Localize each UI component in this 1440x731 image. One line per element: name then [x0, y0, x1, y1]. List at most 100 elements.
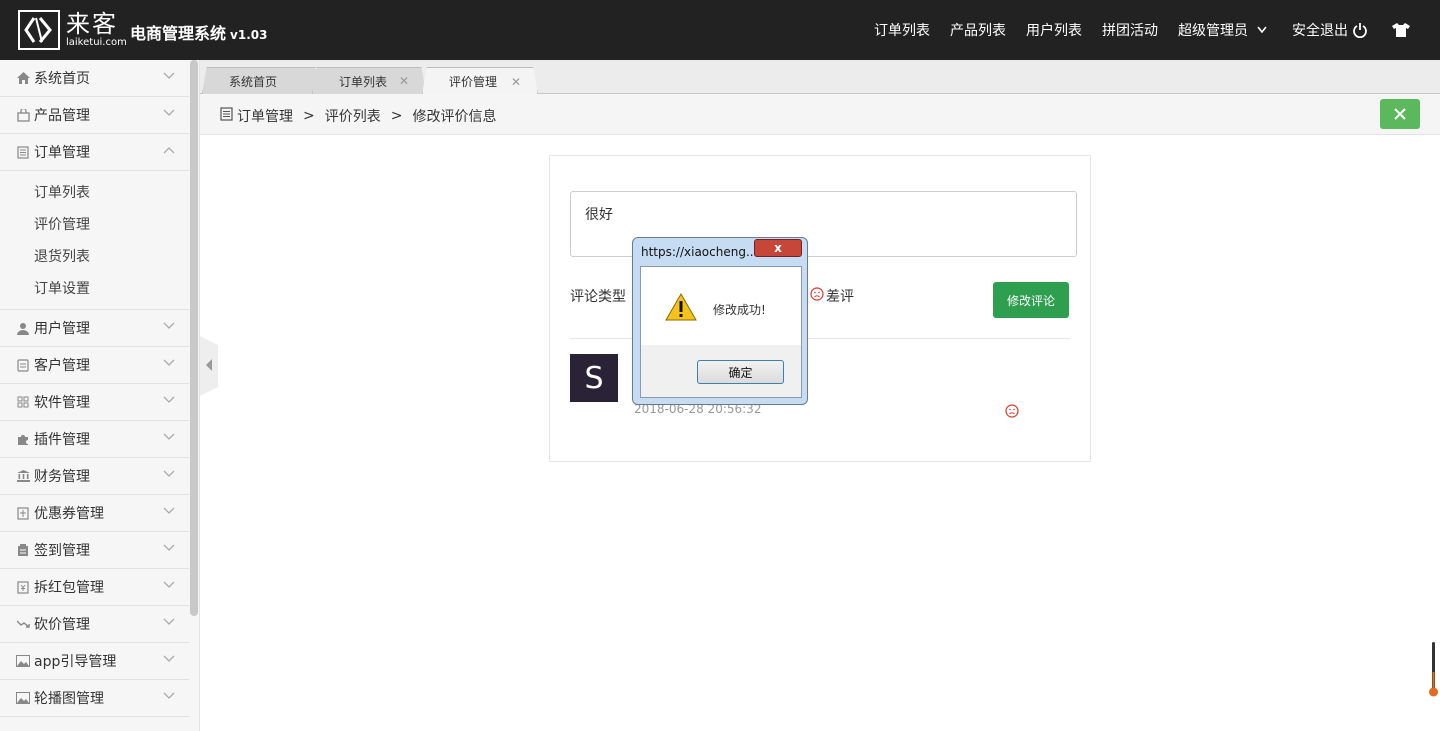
sidebar-item-label: 订单管理: [34, 145, 90, 161]
chevron-down-icon: [163, 396, 175, 403]
sidebar-item-label: 系统首页: [34, 71, 90, 87]
sidebar: 系统首页 产品管理 订单管理 订单列表 评价管理 退货列表 订单设置 用户管理 …: [0, 60, 200, 731]
sidebar-item-label: 财务管理: [34, 469, 90, 485]
warning-icon: [665, 292, 697, 325]
sidebar-item-label: 优惠券管理: [34, 506, 104, 522]
sidebar-item-checkin[interactable]: 签到管理: [0, 532, 189, 569]
submenu-item-review-manage[interactable]: 评价管理: [0, 209, 189, 241]
logo-mark-icon: [18, 10, 60, 50]
ok-button[interactable]: 确定: [697, 360, 784, 384]
logo[interactable]: 来客 laiketui.com: [18, 10, 127, 50]
tab-order-list[interactable]: 订单列表 ✕: [312, 67, 426, 94]
dialog-title: https://xiaocheng...: [641, 245, 758, 259]
nav-user-list[interactable]: 用户列表: [1026, 20, 1082, 40]
tab-label: 系统首页: [229, 74, 278, 89]
logo-name: 来客: [66, 10, 118, 38]
chevron-down-icon: [163, 359, 175, 366]
submenu-item-order-settings[interactable]: 订单设置: [0, 273, 189, 305]
bad-review-option[interactable]: 差评: [810, 286, 854, 306]
tab-home[interactable]: 系统首页: [202, 67, 320, 94]
chevron-down-icon: [163, 692, 175, 699]
sidebar-item-label: 插件管理: [34, 432, 90, 448]
document-icon: [16, 145, 30, 159]
admin-label: 超级管理员: [1178, 23, 1248, 39]
breadcrumb-item[interactable]: 订单管理: [237, 106, 293, 126]
sidebar-item-products[interactable]: 产品管理: [0, 97, 189, 134]
sidebar-collapse-toggle[interactable]: [200, 336, 218, 396]
chevron-down-icon: [163, 544, 175, 551]
nav-product-list[interactable]: 产品列表: [950, 20, 1006, 40]
dialog-footer: 确定: [641, 345, 801, 397]
avatar: S: [570, 354, 618, 402]
picture-icon: [16, 691, 30, 705]
sidebar-item-finance[interactable]: 财务管理: [0, 458, 189, 495]
bag-icon: [16, 108, 30, 122]
sidebar-item-home[interactable]: 系统首页: [0, 60, 189, 97]
logout-button[interactable]: 安全退出: [1292, 20, 1368, 40]
edit-comment-button[interactable]: 修改评论: [993, 282, 1069, 318]
edit-review-card: 很好 评论类型 差评 修改评论 S 2018-06-28 20:56:32: [549, 155, 1091, 462]
submenu-item-order-list[interactable]: 订单列表: [0, 177, 189, 209]
sidebar-item-carousel[interactable]: 轮播图管理: [0, 680, 189, 717]
grid-icon: [16, 395, 30, 409]
tab-bar: 系统首页 订单列表 ✕ 评价管理 ✕: [200, 60, 1440, 95]
tshirt-icon[interactable]: [1388, 23, 1410, 37]
sidebar-item-red-envelope[interactable]: 拆红包管理: [0, 569, 189, 606]
sidebar-item-label: 轮播图管理: [34, 691, 104, 707]
chevron-down-icon: [163, 507, 175, 514]
top-nav: 订单列表 产品列表 用户列表 拼团活动 超级管理员 安全退出: [874, 0, 1440, 60]
breadcrumb: 订单管理 > 评价列表 > 修改评价信息: [220, 106, 496, 126]
sidebar-scrollbar[interactable]: [190, 60, 198, 616]
sad-face-icon: [810, 287, 824, 305]
comment-type-label: 评论类型: [570, 289, 626, 305]
breadcrumb-item: 修改评价信息: [412, 109, 497, 125]
thermometer-icon[interactable]: [1429, 642, 1439, 702]
sidebar-item-coupons[interactable]: 优惠券管理: [0, 495, 189, 532]
chevron-down-icon: [163, 109, 175, 116]
chevron-left-icon: [205, 358, 213, 376]
sidebar-item-customers[interactable]: 客户管理: [0, 347, 189, 384]
sidebar-item-label: 砍价管理: [34, 617, 90, 633]
tab-label: 订单列表: [339, 74, 388, 89]
nav-order-list[interactable]: 订单列表: [874, 20, 930, 40]
sidebar-item-label: 软件管理: [34, 395, 90, 411]
sidebar-item-software[interactable]: 软件管理: [0, 384, 189, 421]
sidebar-item-label: 拆红包管理: [34, 580, 104, 596]
orders-submenu: 订单列表 评价管理 退货列表 订单设置: [0, 171, 189, 310]
sidebar-item-plugins[interactable]: 插件管理: [0, 421, 189, 458]
close-icon[interactable]: ✕: [511, 75, 521, 89]
sidebar-item-bargain[interactable]: 砍价管理: [0, 606, 189, 643]
sidebar-item-label: 签到管理: [34, 543, 90, 559]
tab-review-manage[interactable]: 评价管理 ✕: [422, 67, 538, 95]
tab-label: 评价管理: [449, 75, 498, 89]
chevron-down-icon: [163, 581, 175, 588]
version-label: v1.03: [230, 28, 268, 42]
system-title: 电商管理系统 v1.03: [130, 20, 267, 44]
submenu-item-return-list[interactable]: 退货列表: [0, 241, 189, 273]
close-page-button[interactable]: [1380, 99, 1420, 129]
close-icon[interactable]: ✕: [399, 74, 409, 88]
image-icon: [16, 654, 30, 668]
trend-icon: [16, 617, 30, 631]
breadcrumb-separator: >: [390, 108, 403, 124]
chevron-down-icon: [163, 618, 175, 625]
sidebar-item-label: app引导管理: [34, 654, 117, 670]
breadcrumb-separator: >: [303, 108, 315, 124]
chevron-up-icon: [163, 147, 175, 154]
dialog-close-button[interactable]: x: [754, 239, 802, 257]
breadcrumb-item[interactable]: 评价列表: [325, 106, 381, 126]
chevron-down-icon: [1257, 26, 1267, 34]
chevron-down-icon: [163, 322, 175, 329]
power-icon: [1353, 23, 1367, 38]
envelope-icon: [16, 580, 30, 594]
sidebar-item-label: 客户管理: [34, 358, 90, 374]
sidebar-item-app-guide[interactable]: app引导管理: [0, 643, 189, 680]
coupon-icon: [16, 506, 30, 520]
sidebar-item-orders[interactable]: 订单管理: [0, 134, 189, 171]
chevron-down-icon: [163, 72, 175, 79]
chevron-down-icon: [163, 655, 175, 662]
nav-group-buy[interactable]: 拼团活动: [1102, 20, 1158, 40]
sidebar-item-users[interactable]: 用户管理: [0, 310, 189, 347]
breadcrumb-bar: 订单管理 > 评价列表 > 修改评价信息: [200, 94, 1440, 135]
admin-menu[interactable]: 超级管理员: [1178, 20, 1272, 40]
